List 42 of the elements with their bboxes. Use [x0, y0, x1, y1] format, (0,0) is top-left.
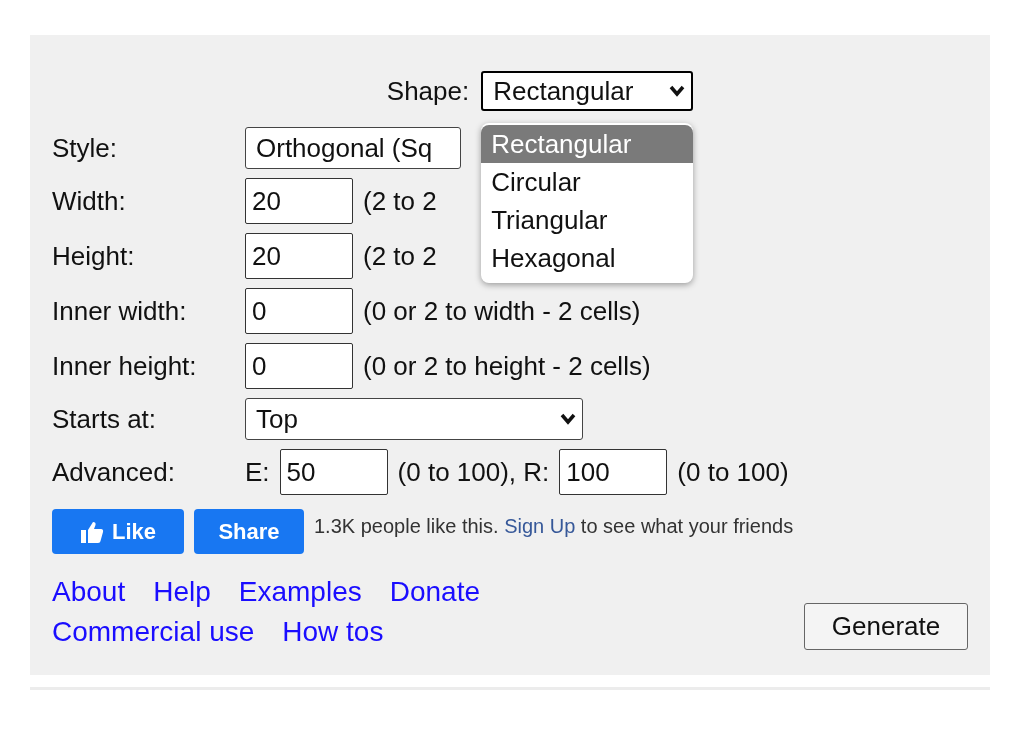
sign-up-link[interactable]: Sign Up	[504, 515, 576, 537]
dropdown-option[interactable]: Circular	[481, 163, 694, 201]
range-hint: (2 to 2	[363, 240, 437, 272]
share-button[interactable]: Share	[194, 509, 304, 554]
footer-link[interactable]: Help	[153, 576, 211, 608]
dropdown-option[interactable]: Rectangular	[481, 125, 694, 163]
number-input[interactable]: 0	[245, 343, 353, 389]
shape-label: Shape:	[386, 75, 470, 107]
advanced-label: Advanced:	[52, 456, 176, 488]
field-label: Style:	[52, 132, 119, 164]
thumbs-up-icon	[80, 519, 104, 544]
start-select[interactable]: Top	[245, 398, 583, 440]
range-hint: (0 or 2 to height - 2 cells)	[363, 350, 651, 382]
like-count-text: 1.3K people like this. Sign Up to see what your friends	[314, 515, 794, 538]
dropdown-option[interactable]: Hexagonal	[481, 239, 694, 277]
field-label: Starts at:	[52, 403, 158, 435]
footer-link[interactable]: Examples	[238, 576, 362, 608]
footer-link[interactable]: Commercial use	[52, 616, 255, 648]
footer-link[interactable]: Donate	[389, 576, 480, 608]
range-hint: (0 to 100)	[677, 456, 789, 488]
caret-icon	[560, 413, 576, 425]
field-label: Inner width:	[52, 295, 188, 327]
generate-button[interactable]: Generate	[804, 603, 968, 650]
footer-link[interactable]: About	[52, 576, 126, 608]
caret-icon	[669, 85, 686, 97]
number-input[interactable]: 0	[245, 288, 353, 334]
field-label: Width:	[52, 185, 127, 217]
r-input[interactable]: 100	[559, 449, 668, 495]
e-label: E:	[245, 456, 270, 488]
style-select[interactable]: Orthogonal (Sq	[245, 127, 461, 169]
range-hint: (2 to 2	[363, 185, 437, 217]
number-input[interactable]: 20	[245, 233, 353, 279]
field-label: Inner height:	[52, 350, 198, 382]
like-button[interactable]: Like	[52, 509, 184, 554]
range-hint: (0 to 100), R:	[397, 456, 550, 488]
field-label: Height:	[52, 240, 136, 272]
range-hint: (0 or 2 to width - 2 cells)	[363, 295, 641, 327]
footer-link[interactable]: How tos	[282, 616, 384, 648]
shape-select[interactable]: Rectangular	[481, 71, 694, 111]
number-input[interactable]: 20	[245, 178, 353, 224]
e-input[interactable]: 50	[279, 449, 388, 495]
dropdown-option[interactable]: Triangular	[481, 201, 694, 239]
